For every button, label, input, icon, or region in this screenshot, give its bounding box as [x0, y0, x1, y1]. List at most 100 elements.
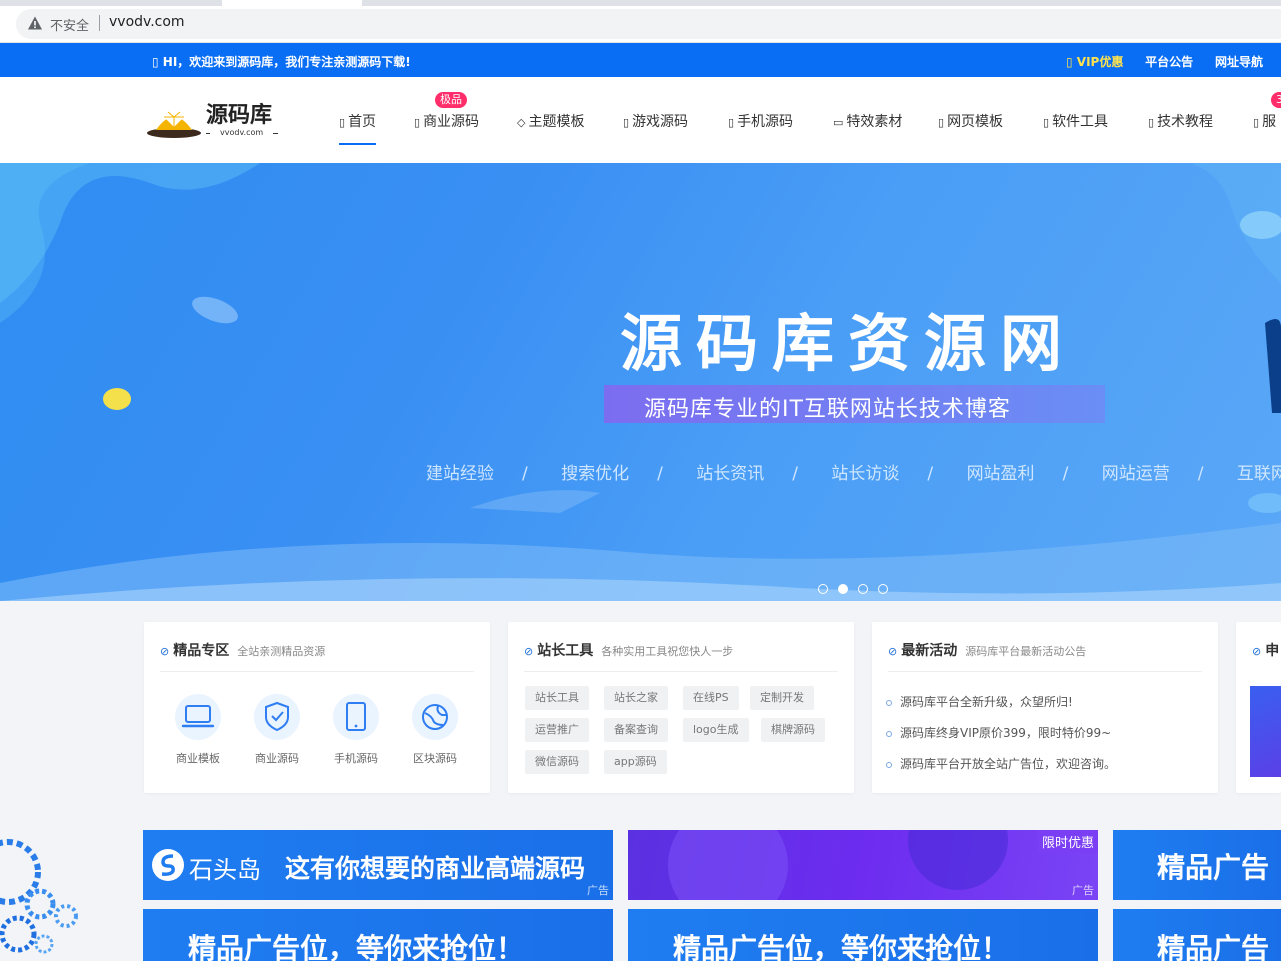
ad-headline: 精品广告	[1157, 851, 1270, 884]
event-item[interactable]: 源码库平台开放全站广告位，欢迎咨询。	[886, 755, 1116, 772]
nav-themes[interactable]: ◇ 主题模板	[517, 111, 584, 131]
quick-item-mobile-source[interactable]: 手机源码	[326, 694, 386, 766]
card-title: 站长工具	[537, 643, 594, 659]
security-label: 不安全	[50, 19, 90, 34]
banner-category: 搜索优化	[561, 464, 630, 484]
warning-icon[interactable]	[27, 15, 43, 31]
welcome-text: ▯ HI，欢迎来到源码库，我们专注亲测源码下载!	[152, 55, 411, 69]
nav-label: 手机源码	[737, 114, 794, 130]
omnibox[interactable]	[16, 9, 1281, 39]
divider: /	[927, 464, 934, 484]
card-subtitle: 源码库平台最新活动公告	[965, 645, 1087, 658]
ad-banner-promo[interactable]: 限时优惠 广告	[628, 830, 1098, 900]
ad-headline: 这有你想要的商业高端源码	[285, 854, 586, 883]
nav-label: 商业源码	[423, 114, 480, 130]
quick-item-label: 商业源码	[255, 752, 299, 765]
ad-tag-limited: 限时优惠	[1037, 830, 1098, 853]
nav-commercial-source[interactable]: ▯ 商业源码	[414, 111, 479, 131]
nav-services[interactable]: ▯ 服	[1253, 111, 1276, 131]
event-text: 源码库平台全新升级，众望所归!	[900, 695, 1073, 709]
card-header: ⊘ 站长工具 各种实用工具祝您快人一步	[524, 640, 733, 660]
quick-item-blockchain-source[interactable]: 区块源码	[405, 694, 465, 766]
slider-dot[interactable]	[878, 584, 888, 594]
tool-tag[interactable]: 棋牌源码	[761, 718, 825, 742]
home-icon: ▯	[339, 116, 346, 129]
event-item[interactable]: 源码库终身VIP原价399，限时特价99~	[886, 724, 1111, 741]
ad-label: 广告	[587, 884, 609, 897]
nav-label: 特效素材	[846, 114, 903, 130]
tool-tag[interactable]: app源码	[604, 750, 667, 774]
nav-badge-partial: 3	[1271, 92, 1281, 108]
tool-tag[interactable]: 站长工具	[525, 686, 589, 710]
shitoudao-logo-icon	[152, 849, 184, 881]
card-image[interactable]	[1250, 686, 1281, 777]
ad-slot-3[interactable]: 精品广告	[1113, 909, 1281, 961]
logo-name: 源码库	[206, 102, 273, 128]
tool-tag[interactable]: 备案查询	[604, 718, 668, 742]
slider-dot[interactable]	[818, 584, 828, 594]
nav-home[interactable]: ▯ 首页	[339, 111, 377, 145]
card-header: ⊘ 最新活动 源码库平台最新活动公告	[888, 640, 1086, 660]
nav-game-source[interactable]: ▯ 游戏源码	[623, 111, 688, 131]
code-icon: ▯	[414, 116, 421, 129]
ad-banner-shitoudao[interactable]: 石头岛 这有你想要的商业高端源码 广告	[143, 830, 613, 900]
nav-tutorials[interactable]: ▯ 技术教程	[1148, 111, 1213, 131]
banner-category: 站长访谈	[831, 464, 900, 484]
ad-slot-1[interactable]: 精品广告位，等你来抢位！	[143, 909, 613, 961]
ad-background	[668, 830, 1008, 900]
nav-label: 主题模板	[528, 114, 585, 130]
compass-icon: ⊘	[1252, 645, 1262, 658]
card-subtitle: 各种实用工具祝您快人一步	[601, 645, 734, 658]
tool-tag[interactable]: 在线PS	[683, 686, 739, 710]
logo-domain: vvodv.com	[210, 128, 274, 137]
quick-item-label: 手机源码	[334, 752, 378, 765]
divider: /	[657, 464, 663, 484]
nav-label: 游戏源码	[632, 114, 689, 130]
nav-effects[interactable]: ▭ 特效素材	[833, 111, 902, 131]
logo-hat-icon	[147, 111, 201, 138]
ad-headline: 精品广告	[1157, 932, 1270, 961]
top-link-sitenav[interactable]: 网址导航	[1215, 55, 1263, 69]
top-link-vip[interactable]: ▯ VIP优惠	[1066, 55, 1123, 69]
banner-tagline: 源码库专业的IT互联网站长技术博客	[644, 397, 1011, 422]
ad-banner-partial[interactable]: 精品广告	[1113, 830, 1281, 900]
nav-label: 服	[1262, 114, 1277, 130]
banner-category: 互联网资讯	[1236, 464, 1281, 484]
tool-tag[interactable]: logo生成	[683, 718, 749, 742]
divider: /	[1062, 464, 1069, 484]
nav-label: 技术教程	[1157, 114, 1214, 130]
globe-icon	[422, 704, 448, 730]
banner-category: 网站盈利	[966, 464, 1035, 484]
nav-web-templates[interactable]: ▯ 网页模板	[938, 111, 1003, 131]
quick-item-label: 区块源码	[413, 752, 457, 765]
event-text: 源码库终身VIP原价399，限时特价99~	[900, 726, 1112, 740]
divider	[524, 671, 838, 672]
card-title: 最新活动	[901, 643, 958, 659]
active-tab[interactable]	[222, 0, 362, 6]
divider	[99, 15, 100, 31]
slider-dot[interactable]	[858, 584, 868, 594]
ad-headline: 精品广告位，等你来抢位！	[188, 932, 525, 961]
nav-badge-premium: 极品	[435, 92, 467, 108]
event-item[interactable]: 源码库平台全新升级，众望所归!	[886, 693, 1073, 710]
tool-tag[interactable]: 站长之家	[604, 686, 668, 710]
nav-mobile-source[interactable]: ▯ 手机源码	[728, 111, 793, 131]
gears-decoration	[0, 839, 78, 954]
tool-tag[interactable]: 微信源码	[525, 750, 589, 774]
compass-icon: ⊘	[160, 645, 170, 658]
slider-dot[interactable]	[838, 584, 848, 594]
quick-item-commercial-source[interactable]: 商业源码	[247, 694, 307, 766]
tool-tag[interactable]: 运营推广	[525, 718, 589, 742]
ad-headline: 精品广告位，等你来抢位！	[673, 932, 1010, 961]
ad-slot-2[interactable]: 精品广告位，等你来抢位！	[628, 909, 1098, 961]
tool-tag[interactable]: 定制开发	[750, 686, 814, 710]
url-text[interactable]: vvodv.com	[109, 14, 185, 30]
quick-item-commercial-templates[interactable]: 商业模板	[168, 694, 228, 766]
nav-software-tools[interactable]: ▯ 软件工具	[1043, 111, 1108, 131]
site-logo[interactable]: 源码库 vvodv.com	[146, 95, 286, 143]
shield-check-icon	[265, 701, 289, 732]
compass-icon: ⊘	[888, 645, 898, 658]
hero-banner[interactable]: 源码库资源网 源码库专业的IT互联网站长技术博客 建站经验 / 搜索优化 / 站长资…	[0, 163, 1281, 601]
browser-address-bar: 不安全 vvodv.com	[0, 0, 1281, 43]
top-link-announcement[interactable]: 平台公告	[1145, 55, 1193, 69]
